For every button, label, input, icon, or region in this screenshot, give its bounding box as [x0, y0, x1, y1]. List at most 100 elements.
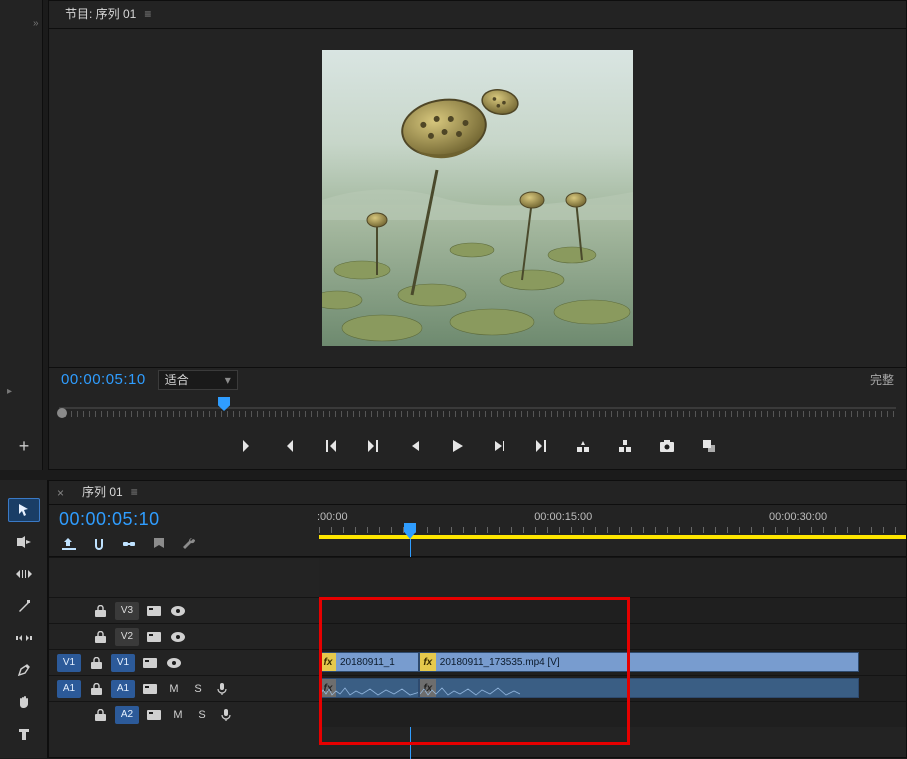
play-button[interactable] — [447, 436, 467, 456]
program-monitor-panel: 节目: 序列 01 ≡ — [48, 0, 907, 470]
insert-overwrite-icon[interactable] — [61, 536, 77, 552]
lock-icon[interactable] — [91, 706, 109, 724]
track-target-v1[interactable]: V1 — [111, 654, 135, 672]
lane-v3[interactable] — [319, 597, 906, 623]
type-tool[interactable] — [8, 722, 40, 746]
scrub-start-knob[interactable] — [57, 408, 67, 418]
audio-clip-1[interactable]: fx — [319, 678, 419, 698]
selection-tool[interactable] — [8, 498, 40, 522]
track-header-v1[interactable]: V1 V1 — [49, 649, 319, 675]
eye-icon[interactable] — [169, 602, 187, 620]
lock-icon[interactable] — [87, 680, 105, 698]
lane-a1[interactable]: fx fx — [319, 675, 906, 701]
clip-label: 20180911_173535.mp4 [V] — [440, 657, 560, 668]
panel-resize-handle2-icon[interactable]: ▸ — [7, 386, 12, 397]
go-to-out-button[interactable] — [363, 436, 383, 456]
button-editor-button[interactable] — [699, 436, 719, 456]
collapsed-panel-left: » + — [0, 0, 43, 470]
timeline-tracks: V3 V2 V1 V1 A1 A1 — [49, 557, 906, 727]
lane-v2[interactable] — [319, 623, 906, 649]
panel-resize-handle-icon[interactable]: » — [33, 18, 39, 29]
lock-icon[interactable] — [91, 602, 109, 620]
program-scrubber[interactable] — [59, 395, 896, 423]
voiceover-icon[interactable] — [213, 680, 231, 698]
lane-v1[interactable]: fx 20180911_1 fx 20180911_173535.mp4 [V] — [319, 649, 906, 675]
linked-selection-icon[interactable] — [121, 536, 137, 552]
step-back-button[interactable] — [405, 436, 425, 456]
tab-program-sequence[interactable]: 节目: 序列 01 ≡ — [57, 2, 159, 28]
track-header-v3[interactable]: V3 — [49, 597, 319, 623]
go-to-in-button[interactable] — [321, 436, 341, 456]
timeline-ruler[interactable]: :00:00 00:00:15:00 00:00:30:00 — [319, 505, 906, 557]
step-forward-button[interactable] — [489, 436, 509, 456]
track-header-a2[interactable]: A2 M S — [49, 701, 319, 727]
timeline-header-left: 00:00:05:10 — [49, 505, 319, 556]
lift-button[interactable] — [573, 436, 593, 456]
video-clip-2[interactable]: fx 20180911_173535.mp4 [V] — [419, 652, 859, 672]
snap-icon[interactable] — [91, 536, 107, 552]
track-select-tool[interactable] — [8, 530, 40, 554]
panel-menu-icon[interactable]: ≡ — [144, 7, 151, 21]
program-monitor-stage[interactable] — [49, 29, 906, 367]
track-lanes[interactable]: fx 20180911_1 fx 20180911_173535.mp4 [V]… — [319, 557, 906, 727]
tab-sequence[interactable]: 序列 01 ≡ — [74, 480, 146, 506]
extract-button[interactable] — [615, 436, 635, 456]
toggle-output-icon[interactable] — [145, 602, 163, 620]
track-target-a2[interactable]: A2 — [115, 706, 139, 724]
timeline-tab-bar: × 序列 01 ≡ — [49, 481, 906, 505]
toggle-output-icon[interactable] — [145, 706, 163, 724]
solo-button[interactable]: S — [189, 680, 207, 698]
track-header-v2[interactable]: V2 — [49, 623, 319, 649]
toggle-output-icon[interactable] — [145, 628, 163, 646]
zoom-level-value: 适合 — [165, 371, 189, 388]
export-frame-button[interactable] — [657, 436, 677, 456]
program-tab-bar: 节目: 序列 01 ≡ — [49, 1, 906, 29]
solo-button[interactable]: S — [193, 706, 211, 724]
mute-button[interactable]: M — [165, 680, 183, 698]
mute-button[interactable]: M — [169, 706, 187, 724]
work-area-bar[interactable] — [319, 535, 906, 539]
spacer-lane — [319, 557, 906, 597]
toggle-output-icon[interactable] — [141, 680, 159, 698]
settings-wrench-icon[interactable] — [181, 536, 197, 552]
ruler-tick-label: 00:00:30:00 — [769, 511, 827, 523]
eye-icon[interactable] — [165, 654, 183, 672]
ripple-edit-tool[interactable] — [8, 562, 40, 586]
waveform-icon — [320, 686, 419, 696]
hand-tool[interactable] — [8, 690, 40, 714]
track-target-a1[interactable]: A1 — [111, 680, 135, 698]
clip-label: 20180911_1 — [340, 657, 395, 668]
go-to-end-button[interactable] — [531, 436, 551, 456]
lane-a2[interactable] — [319, 701, 906, 727]
panel-menu-icon[interactable]: ≡ — [131, 485, 138, 499]
zoom-level-select[interactable]: 适合 ▾ — [158, 370, 238, 390]
program-status-bar: 00:00:05:10 适合 ▾ 完整 — [49, 367, 906, 391]
resolution-status[interactable]: 完整 — [870, 371, 894, 388]
toggle-output-icon[interactable] — [141, 654, 159, 672]
timeline-tools — [0, 480, 48, 758]
slip-tool[interactable] — [8, 626, 40, 650]
voiceover-icon[interactable] — [217, 706, 235, 724]
close-icon[interactable]: × — [57, 486, 64, 500]
track-header-a1[interactable]: A1 A1 M S — [49, 675, 319, 701]
waveform-icon — [420, 686, 520, 696]
ruler-tick-label: :00:00 — [317, 511, 348, 523]
mark-in-button[interactable] — [237, 436, 257, 456]
transport-controls — [49, 423, 906, 469]
timeline-timecode[interactable]: 00:00:05:10 — [59, 509, 309, 530]
add-panel-button[interactable]: + — [14, 436, 34, 457]
video-clip-1[interactable]: fx 20180911_1 — [319, 652, 419, 672]
lock-icon[interactable] — [91, 628, 109, 646]
marker-icon[interactable] — [151, 536, 167, 552]
mark-out-button[interactable] — [279, 436, 299, 456]
eye-icon[interactable] — [169, 628, 187, 646]
video-preview-image — [322, 50, 633, 346]
razor-tool[interactable] — [8, 594, 40, 618]
lock-icon[interactable] — [87, 654, 105, 672]
source-patch-v1[interactable]: V1 — [57, 654, 81, 672]
pen-tool[interactable] — [8, 658, 40, 682]
audio-clip-2[interactable]: fx — [419, 678, 859, 698]
track-label: V3 — [115, 602, 139, 620]
program-timecode[interactable]: 00:00:05:10 — [61, 371, 146, 388]
source-patch-a1[interactable]: A1 — [57, 680, 81, 698]
